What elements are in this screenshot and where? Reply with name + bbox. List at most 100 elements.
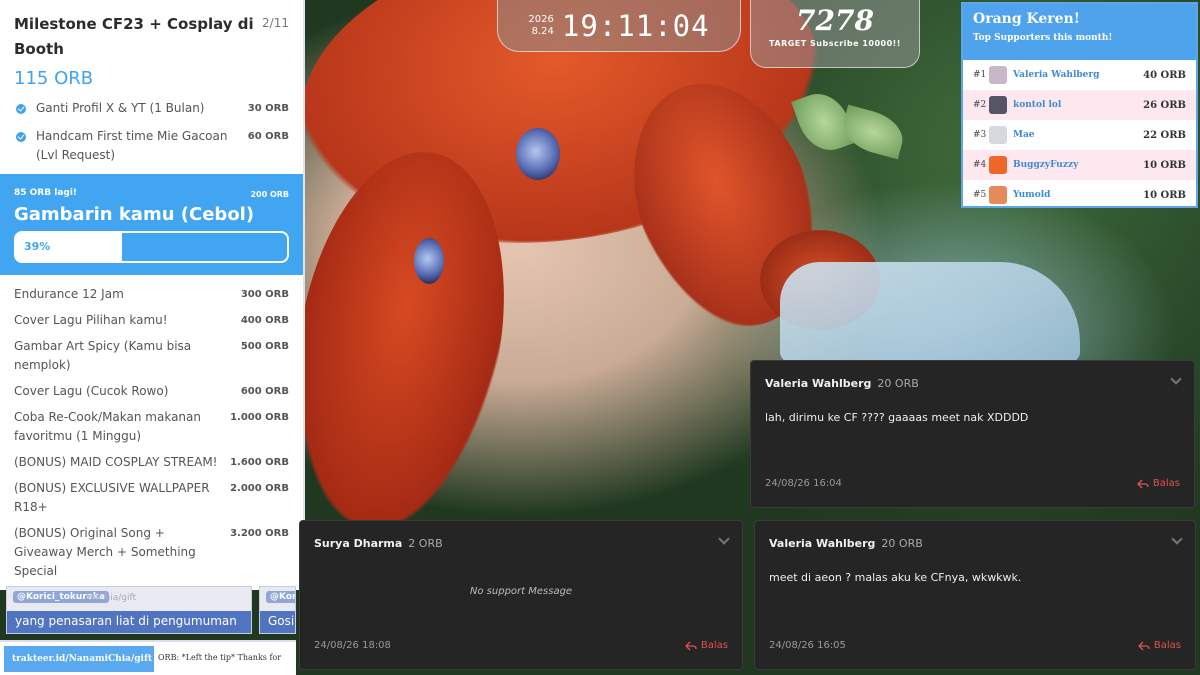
supporter-name: kontol lol (1013, 100, 1062, 110)
reply-button[interactable]: Balas (684, 640, 728, 651)
message-timestamp: 24/08/26 16:05 (769, 640, 846, 651)
eye-shape (516, 128, 560, 180)
reply-label: Balas (1152, 478, 1180, 489)
reply-button[interactable]: Balas (1137, 640, 1181, 651)
subscriber-count: 7278 (796, 4, 874, 37)
goal-orb: 3.200 ORB (230, 528, 289, 539)
supporter-name: BuggzyFuzzy (1013, 160, 1079, 170)
support-message-card: Valeria Wahlberg 20 ORB lah, dirimu ke CF… (750, 360, 1195, 508)
chat-text: yang penasaran liat di pengumuman (7, 611, 251, 633)
goal-orb: 1.000 ORB (230, 412, 289, 423)
reply-icon (684, 641, 697, 650)
milestone-header: Milestone CF23 + Cosplay di Booth 2/11 1… (0, 0, 303, 89)
sender-line: Valeria Wahlberg 20 ORB (765, 377, 919, 390)
supporter-row: #3 Mae 22 ORB (963, 120, 1196, 150)
message-timestamp: 24/08/26 18:08 (314, 640, 391, 651)
goal-name: Coba Re-Cook/Makan makanan favoritmu (1 … (14, 410, 201, 443)
goal-name: (BONUS) Original Song + Giveaway Merch +… (14, 526, 196, 578)
reply-icon (1137, 641, 1150, 650)
sender-line: Surya Dharma 2 ORB (314, 537, 443, 550)
goal-name: (BONUS) MAID COSPLAY STREAM! (14, 455, 218, 469)
upcoming-goal: Cover Lagu Pilihan kamu! 400 ORB (14, 311, 289, 330)
supporter-amount: 10 ORB (1143, 159, 1186, 171)
current-goal-title: Gambarin kamu (Cebol) (14, 204, 255, 225)
completed-goal: Ganti Profil X & YT (1 Bulan) 30 ORB (14, 99, 289, 118)
reply-label: Balas (700, 640, 728, 651)
upcoming-goal: Endurance 12 Jam 300 ORB (14, 285, 289, 304)
clock-widget: 2026 8.24 19:11:04 (497, 0, 741, 52)
supporter-name: Valeria Wahlberg (1013, 70, 1100, 80)
upcoming-goal: (BONUS) MAID COSPLAY STREAM! 1.600 ORB (14, 453, 289, 472)
leaf-shape (837, 104, 909, 160)
reply-button[interactable]: Balas (1136, 478, 1180, 489)
sender-name: Surya Dharma (314, 537, 403, 550)
milestone-total: 115 ORB (14, 68, 94, 89)
avatar (989, 96, 1007, 114)
milestone-title: Milestone CF23 + Cosplay di Booth (14, 15, 254, 58)
chat-username: @Kori (266, 591, 295, 603)
donation-ticker: trakteer.id/NanamiChia/gift ORB: *Left t… (0, 640, 296, 675)
sender-name: Valeria Wahlberg (765, 377, 872, 390)
eye-shape (414, 238, 444, 284)
supporters-subtitle: Top Supporters this month! (973, 33, 1113, 43)
sender-amount: 20 ORB (877, 377, 919, 390)
supporter-amount: 40 ORB (1143, 69, 1186, 81)
check-icon (16, 104, 26, 114)
supporter-name: Yumold (1013, 190, 1051, 200)
chat-message: @Korici_tokuraka miChia/gift yang penasa… (6, 586, 252, 634)
supporter-rank: #4 (973, 160, 987, 170)
ticker-text: ORB: *Left the tip* Thanks for (158, 653, 282, 662)
supporter-name: Mae (1013, 130, 1035, 140)
chevron-down-icon[interactable] (1171, 533, 1183, 545)
current-goal: 85 ORB lagi! 200 ORB Gambarin kamu (Cebo… (0, 174, 303, 275)
upcoming-goal: Coba Re-Cook/Makan makanan favoritmu (1 … (14, 408, 289, 446)
chevron-down-icon[interactable] (1170, 373, 1182, 385)
goal-orb: 1.600 ORB (230, 457, 289, 468)
chat-message: @Kori Gosi (259, 586, 296, 634)
goal-orb: 2.000 ORB (230, 483, 289, 494)
avatar (989, 126, 1007, 144)
upcoming-goal: Cover Lagu (Cucok Rowo) 600 ORB (14, 382, 289, 401)
clothing-shape (780, 262, 1080, 362)
supporter-row: #2 kontol lol 26 ORB (963, 90, 1196, 120)
clock-year: 2026 (528, 13, 554, 25)
goal-orb: 300 ORB (240, 289, 289, 300)
donation-url: trakteer.id/NanamiChia/gift (4, 646, 154, 672)
sender-amount: 20 ORB (881, 537, 923, 550)
supporter-amount: 10 ORB (1143, 189, 1186, 201)
message-text: meet di aeon ? malas aku ke CFnya, wkwkw… (769, 571, 1022, 584)
supporter-rank: #3 (973, 130, 987, 140)
chat-faded-text: miChia/gift (87, 593, 137, 603)
supporter-amount: 22 ORB (1143, 129, 1186, 141)
goal-name: Cover Lagu Pilihan kamu! (14, 313, 168, 327)
milestone-page-indicator: 2/11 (262, 16, 289, 30)
chevron-down-icon[interactable] (718, 533, 730, 545)
current-goal-remaining: 85 ORB lagi! (14, 188, 78, 198)
progress-bar: 39% (14, 231, 289, 263)
goal-name: Handcam First time Mie Gacoan (Lvl Reque… (36, 129, 228, 162)
supporter-rank: #5 (973, 190, 987, 200)
goal-orb: 60 ORB (247, 131, 289, 142)
goal-name: Ganti Profil X & YT (1 Bulan) (36, 101, 205, 115)
supporter-amount: 26 ORB (1143, 99, 1186, 111)
progress-label: 39% (24, 240, 51, 253)
reply-icon (1136, 479, 1149, 488)
milestone-panel: Milestone CF23 + Cosplay di Booth 2/11 1… (0, 0, 305, 590)
upcoming-goal: (BONUS) EXCLUSIVE WALLPAPER R18+ 2.000 OR… (14, 479, 289, 517)
goal-orb: 600 ORB (240, 386, 289, 397)
current-goal-target: 200 ORB (250, 190, 289, 199)
top-supporters-panel: Orang Keren! Top Supporters this month! … (961, 2, 1198, 208)
avatar (989, 66, 1007, 84)
goal-orb: 500 ORB (240, 341, 289, 352)
message-text: No support Message (469, 586, 573, 597)
message-timestamp: 24/08/26 16:04 (765, 478, 842, 489)
sender-amount: 2 ORB (408, 537, 443, 550)
sender-line: Valeria Wahlberg 20 ORB (769, 537, 923, 550)
supporter-row: #5 Yumold 10 ORB (963, 180, 1196, 210)
subscriber-counter: 7278 TARGET Subscribe 10000!! (750, 0, 920, 68)
support-message-card: Surya Dharma 2 ORB No support Message 24/… (299, 520, 743, 670)
supporters-header: Orang Keren! Top Supporters this month! (963, 4, 1196, 60)
supporter-rank: #2 (973, 100, 987, 110)
upcoming-goal: (BONUS) Original Song + Giveaway Merch +… (14, 524, 289, 581)
message-text: lah, dirimu ke CF ???? gaaaas meet nak X… (765, 411, 1029, 424)
